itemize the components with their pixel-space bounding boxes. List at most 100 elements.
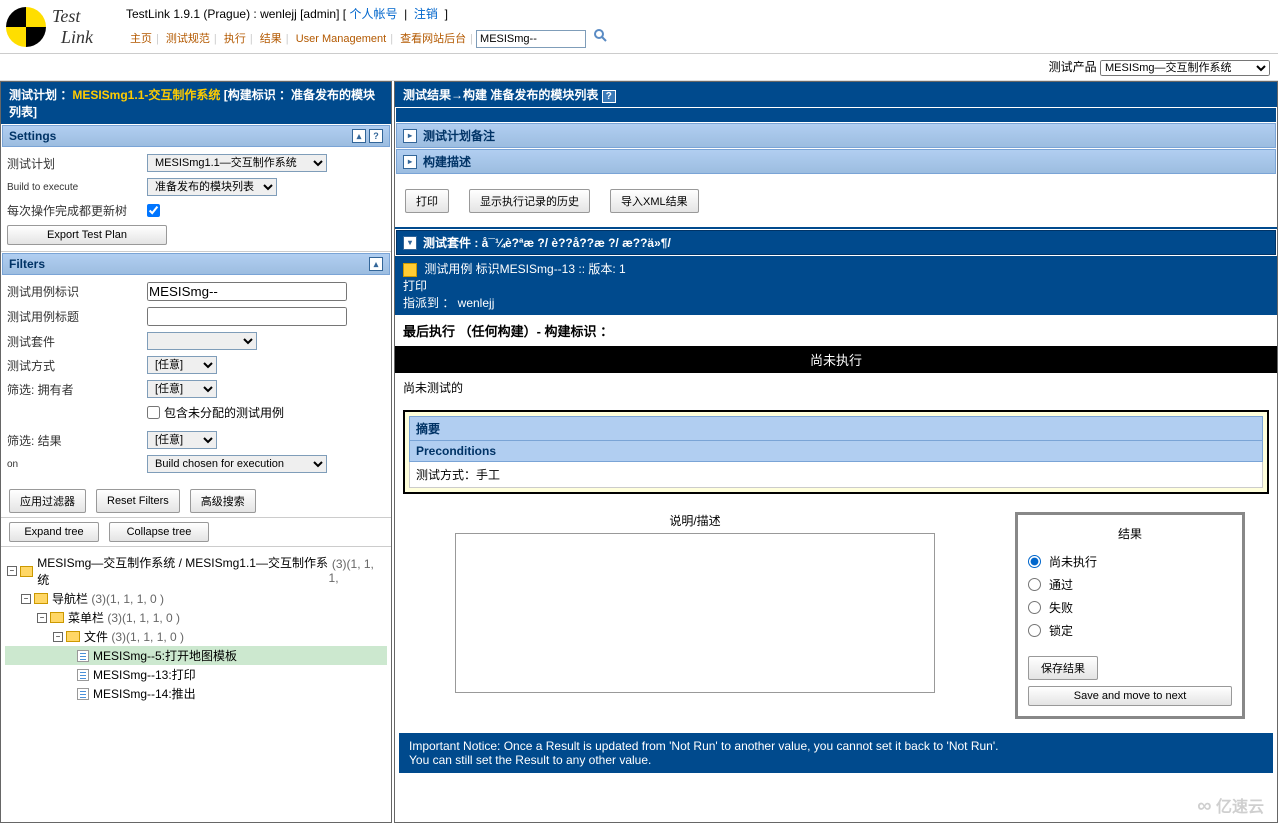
- collapse-icon[interactable]: ▴: [352, 129, 366, 143]
- settings-section-header[interactable]: Settings ▴ ?: [2, 125, 390, 147]
- nav-backend[interactable]: 查看网站后台: [400, 33, 466, 45]
- build-select[interactable]: 准备发布的模块列表: [147, 178, 277, 196]
- refresh-label: 每次操作完成都更新树: [7, 202, 147, 219]
- testcase-icon: [77, 650, 89, 662]
- logo-icon: [6, 7, 46, 47]
- result-box: 结果 尚未执行 通过 失败 锁定 保存结果 Save and move to n…: [1015, 512, 1245, 719]
- folder-icon: [66, 631, 80, 642]
- logo-text: Test Link: [52, 6, 93, 48]
- logo: Test Link: [6, 3, 126, 51]
- method-select[interactable]: [任意]: [147, 356, 217, 374]
- product-label: 测试产品: [1049, 60, 1097, 74]
- nav-spec[interactable]: 测试规范: [166, 33, 210, 45]
- tc-id-input[interactable]: [147, 282, 347, 301]
- logout-link[interactable]: 注销: [414, 7, 438, 21]
- notice-box: Important Notice: Once a Result is updat…: [399, 733, 1273, 773]
- advanced-search-button[interactable]: 高级搜索: [190, 489, 256, 513]
- save-and-next-button[interactable]: Save and move to next: [1028, 686, 1232, 706]
- import-xml-button[interactable]: 导入XML结果: [610, 189, 699, 213]
- result-block-radio[interactable]: [1028, 624, 1041, 637]
- expand-tree-button[interactable]: Expand tree: [9, 522, 99, 542]
- left-panel: 测试计划 ：MESISmg1.1-交互制作系统 [构建标识 ：准备发布的模块列表…: [0, 81, 392, 823]
- collapse-icon[interactable]: ▾: [403, 236, 417, 250]
- tree-menu[interactable]: − 菜单栏 (3)(1, 1, 1, 0 ): [5, 608, 387, 627]
- testcase-icon: [403, 263, 417, 277]
- result-filter-label: 筛选: 结果: [7, 432, 147, 449]
- tree-leaf-13[interactable]: MESISmg--13:打印: [5, 665, 387, 684]
- result-notrun-radio[interactable]: [1028, 555, 1041, 568]
- tree-nav[interactable]: − 导航栏 (3)(1, 1, 1, 0 ): [5, 589, 387, 608]
- tree-toggle-icon[interactable]: −: [7, 566, 17, 576]
- result-fail-radio[interactable]: [1028, 601, 1041, 614]
- nav-user-management[interactable]: User Management: [296, 33, 387, 45]
- description-textarea[interactable]: [455, 533, 935, 693]
- collapse-icon[interactable]: ▴: [369, 257, 383, 271]
- suite-bar[interactable]: ▾ 测试套件 : å¯¼è?ªæ ?/ è??å??æ ?/ æ??ä»¶/: [396, 230, 1276, 255]
- test-plan-select[interactable]: MESISmg1.1—交互制作系统: [147, 154, 327, 172]
- tc-title-label: 测试用例标题: [7, 308, 147, 325]
- suite-label: 测试套件: [7, 333, 147, 350]
- description-label: 说明/描述: [455, 512, 935, 529]
- expand-icon[interactable]: ▸: [403, 155, 417, 169]
- tree-leaf-14[interactable]: MESISmg--14:推出: [5, 684, 387, 703]
- help-icon[interactable]: ?: [602, 90, 616, 103]
- assign-label: 指派到 ： wenlejj: [403, 296, 494, 310]
- export-test-plan-button[interactable]: Export Test Plan: [7, 225, 167, 245]
- on-select[interactable]: Build chosen for execution: [147, 455, 327, 473]
- tree-toggle-icon[interactable]: −: [21, 594, 31, 604]
- search-input[interactable]: [476, 30, 586, 48]
- last-exec-title: 最后执行 （任何构建）- 构建标识 ：: [395, 315, 1277, 346]
- apply-filter-button[interactable]: 应用过滤器: [9, 489, 86, 513]
- folder-icon: [20, 566, 34, 577]
- search-icon[interactable]: [593, 28, 607, 42]
- print-button[interactable]: 打印: [405, 189, 449, 213]
- nav-home[interactable]: 主页: [130, 33, 152, 45]
- product-bar: 测试产品 MESISmg—交互制作系统: [0, 54, 1278, 81]
- result-pass-radio[interactable]: [1028, 578, 1041, 591]
- tree-toggle-icon[interactable]: −: [53, 632, 63, 642]
- reset-filter-button[interactable]: Reset Filters: [96, 489, 180, 513]
- left-panel-header: 测试计划 ：MESISmg1.1-交互制作系统 [构建标识 ：准备发布的模块列表…: [1, 82, 391, 124]
- test-tree: − MESISmg—交互制作系统 / MESISmg1.1—交互制作系统 (3)…: [1, 547, 391, 709]
- owner-select[interactable]: [任意]: [147, 380, 217, 398]
- watermark: ∞ 亿速云: [1197, 793, 1264, 818]
- main-nav: 主页| 测试规范| 执行| 结果| User Management| 查看网站后…: [126, 25, 1272, 51]
- build-desc-bar[interactable]: ▸ 构建描述: [396, 149, 1276, 174]
- tc-title-input[interactable]: [147, 307, 347, 326]
- expand-icon[interactable]: ▸: [403, 129, 417, 143]
- unassigned-label: 包含未分配的测试用例: [164, 404, 284, 421]
- build-label: Build to execute: [7, 182, 147, 193]
- on-label: on: [7, 459, 147, 470]
- show-history-button[interactable]: 显示执行记录的历史: [469, 189, 590, 213]
- refresh-checkbox[interactable]: [147, 204, 160, 217]
- save-result-button[interactable]: 保存结果: [1028, 656, 1098, 680]
- owner-label: 筛选: 拥有者: [7, 381, 147, 398]
- tree-toggle-icon[interactable]: −: [37, 613, 47, 623]
- tc-id-label: 测试用例标识: [7, 283, 147, 300]
- plan-notes-bar[interactable]: ▸ 测试计划备注: [396, 123, 1276, 148]
- app-title-line: TestLink 1.9.1 (Prague) : wenlejj [admin…: [126, 2, 1272, 25]
- suite-select[interactable]: [147, 332, 257, 350]
- product-select[interactable]: MESISmg—交互制作系统: [1100, 60, 1270, 76]
- nav-exec[interactable]: 执行: [224, 33, 246, 45]
- tc-print-link[interactable]: 打印: [403, 279, 427, 293]
- tree-leaf-5[interactable]: MESISmg--5:打开地图模板: [5, 646, 387, 665]
- result-title: 结果: [1028, 525, 1232, 542]
- tree-root[interactable]: − MESISmg—交互制作系统 / MESISmg1.1—交互制作系统 (3)…: [5, 553, 387, 589]
- folder-icon: [34, 593, 48, 604]
- folder-icon: [50, 612, 64, 623]
- help-icon[interactable]: ?: [369, 129, 383, 143]
- precond-header: Preconditions: [410, 441, 1263, 462]
- right-panel: 测试结果→构建 准备发布的模块列表 ? ▸ 测试计划备注 ▸ 构建描述 打印 显…: [394, 81, 1278, 823]
- not-tested-text: 尚未测试的: [395, 373, 1277, 402]
- collapse-tree-button[interactable]: Collapse tree: [109, 522, 209, 542]
- filters-section-header[interactable]: Filters ▴: [2, 253, 390, 275]
- my-account-link[interactable]: 个人帐号: [349, 7, 397, 21]
- unassigned-checkbox[interactable]: [147, 406, 160, 419]
- result-filter-select[interactable]: [任意]: [147, 431, 217, 449]
- tree-file[interactable]: − 文件 (3)(1, 1, 1, 0 ): [5, 627, 387, 646]
- not-run-bar: 尚未执行: [395, 346, 1277, 373]
- right-panel-header: 测试结果→构建 准备发布的模块列表 ?: [395, 82, 1277, 107]
- method-label: 测试方式: [7, 357, 147, 374]
- nav-result[interactable]: 结果: [260, 33, 282, 45]
